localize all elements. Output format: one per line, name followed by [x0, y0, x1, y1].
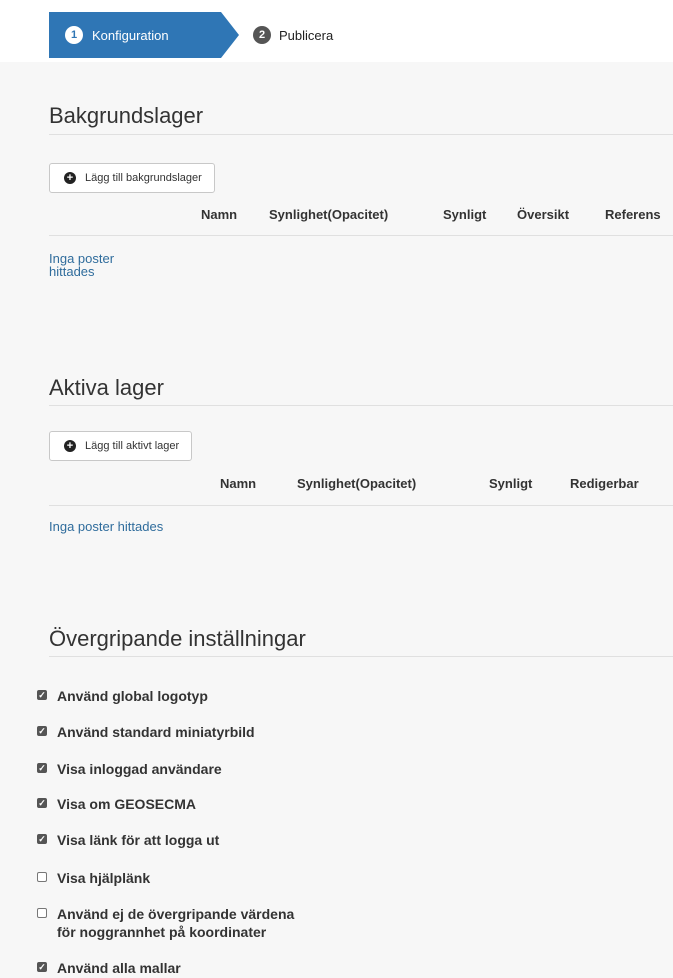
- add-active-layer-label: Lägg till aktivt lager: [85, 440, 180, 452]
- setting-label: Använd global logotyp: [57, 688, 208, 704]
- checkbox[interactable]: [37, 908, 47, 918]
- plus-circle-icon: +: [64, 172, 76, 184]
- setting-label: Visa om GEOSECMA: [57, 796, 197, 812]
- checkbox[interactable]: [37, 763, 47, 773]
- step-publicera[interactable]: 2 Publicera: [253, 12, 333, 58]
- checkbox[interactable]: [37, 962, 47, 972]
- add-background-layer-button[interactable]: + Lägg till bakgrundslager: [49, 163, 215, 193]
- setting-global-logo[interactable]: Använd global logotyp: [37, 687, 208, 705]
- checkbox[interactable]: [37, 726, 47, 736]
- step-label: Konfiguration: [92, 27, 169, 43]
- checkbox[interactable]: [37, 798, 47, 808]
- active-layers-title: Aktiva lager: [49, 375, 164, 400]
- setting-show-logged-in-user[interactable]: Visa inloggad användare: [37, 760, 222, 778]
- step-number: 1: [65, 26, 83, 44]
- add-background-layer-label: Lägg till bakgrundslager: [85, 172, 202, 184]
- checkbox[interactable]: [37, 834, 47, 844]
- add-active-layer-button[interactable]: + Lägg till aktivt lager: [49, 431, 193, 461]
- column-header-reference[interactable]: Referens: [605, 207, 661, 222]
- column-header-overview[interactable]: Översikt: [517, 207, 569, 222]
- setting-show-help-link[interactable]: Visa hjälplänk: [37, 869, 150, 887]
- divider: [49, 656, 673, 657]
- setting-label: Visa inloggad användare: [57, 761, 222, 777]
- setting-label: Visa hjälplänk: [57, 870, 151, 886]
- empty-table-message: Inga poster hittades: [49, 251, 115, 279]
- column-header-visibility[interactable]: Synlighet(Opacitet): [269, 207, 388, 222]
- setting-coordinate-precision[interactable]: Använd ej de övergripande värdena för no…: [37, 905, 294, 941]
- step-konfiguration[interactable]: 1 Konfiguration: [49, 12, 239, 58]
- setting-label: Använd ej de övergripande värdena för no…: [57, 906, 295, 940]
- column-header-visible[interactable]: Synligt: [443, 207, 486, 222]
- setting-show-logout-link[interactable]: Visa länk för att logga ut: [37, 831, 219, 849]
- column-header-visible[interactable]: Synligt: [489, 476, 532, 491]
- column-header-editable[interactable]: Redigerbar: [570, 476, 639, 491]
- step-number: 2: [253, 26, 271, 44]
- setting-label: Visa länk för att logga ut: [57, 832, 220, 848]
- setting-label: Använd alla mallar: [57, 960, 181, 976]
- global-settings-title: Övergripande inställningar: [49, 626, 306, 651]
- setting-use-all-templates[interactable]: Använd alla mallar: [37, 959, 181, 977]
- column-header-visibility[interactable]: Synlighet(Opacitet): [297, 476, 416, 491]
- setting-show-about[interactable]: Visa om GEOSECMA: [37, 795, 196, 813]
- setting-label: Använd standard miniatyrbild: [57, 724, 255, 740]
- divider: [49, 134, 673, 135]
- column-header-name[interactable]: Namn: [201, 207, 237, 222]
- checkbox[interactable]: [37, 872, 47, 882]
- step-label: Publicera: [279, 27, 334, 43]
- empty-table-message: Inga poster hittades: [49, 519, 164, 534]
- column-header-name[interactable]: Namn: [220, 476, 256, 491]
- checkbox[interactable]: [37, 690, 47, 700]
- plus-circle-icon: +: [64, 440, 76, 452]
- setting-standard-thumbnail[interactable]: Använd standard miniatyrbild: [37, 723, 255, 741]
- divider: [49, 405, 673, 406]
- background-layers-title: Bakgrundslager: [49, 103, 204, 128]
- table-header-divider: [49, 235, 673, 236]
- table-header-divider: [49, 505, 673, 506]
